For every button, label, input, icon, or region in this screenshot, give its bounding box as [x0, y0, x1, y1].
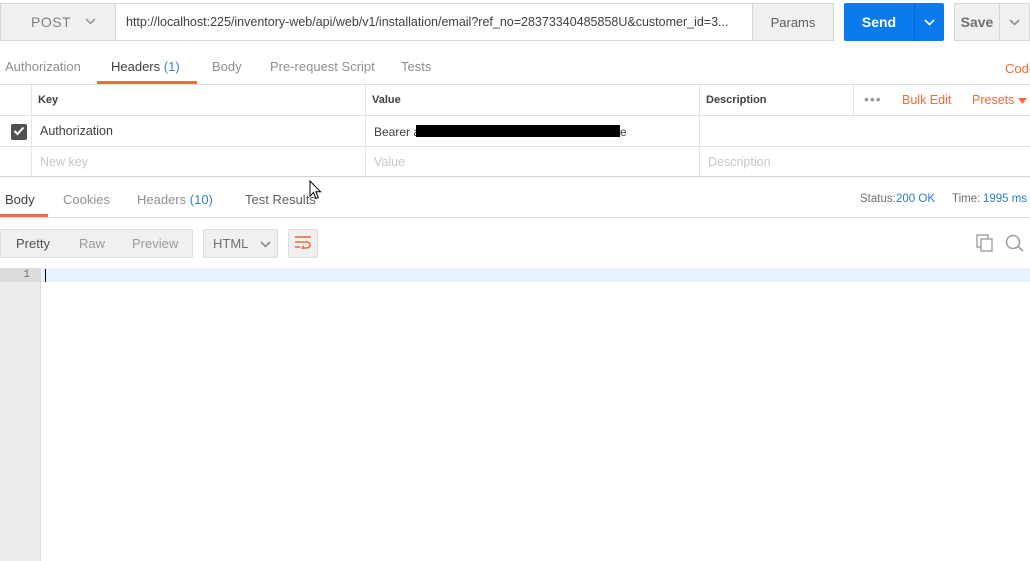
view-preview-button[interactable]: Preview — [132, 236, 178, 251]
chevron-down-icon — [260, 236, 271, 251]
wrap-lines-button[interactable] — [288, 229, 318, 258]
send-button[interactable]: Send — [844, 3, 914, 41]
chevron-down-icon — [85, 17, 96, 28]
save-dropdown-button[interactable] — [1000, 3, 1030, 41]
presets-dropdown[interactable]: Presets — [972, 93, 1027, 107]
tab-pre-request-script[interactable]: Pre-request Script — [270, 59, 375, 74]
tab-authorization[interactable]: Authorization — [5, 59, 81, 74]
divider — [0, 176, 1030, 177]
column-divider — [365, 85, 366, 176]
send-dropdown-button[interactable] — [914, 3, 944, 41]
chevron-down-icon — [924, 15, 935, 29]
tab-headers-label: Headers — [111, 59, 161, 74]
method-label: POST — [31, 14, 72, 30]
header-row-checkbox[interactable] — [11, 124, 27, 140]
editor-gutter — [0, 268, 41, 561]
header-value-prefix[interactable]: Bearer a — [374, 125, 420, 139]
view-raw-button[interactable]: Raw — [79, 236, 105, 251]
divider — [0, 84, 1030, 85]
response-tab-headers-count: (10) — [189, 192, 213, 207]
view-pretty-button[interactable]: Pretty — [16, 236, 50, 251]
header-key-cell[interactable]: Authorization — [40, 124, 113, 138]
tab-tests[interactable]: Tests — [401, 59, 431, 74]
response-tab-test-results[interactable]: Test Results — [245, 192, 316, 207]
column-divider — [853, 85, 854, 115]
divider — [0, 115, 1030, 116]
format-select[interactable]: HTML — [203, 229, 278, 258]
header-value-suffix[interactable]: e — [620, 125, 627, 139]
time-label: Time: — [952, 193, 981, 205]
response-tab-body[interactable]: Body — [5, 192, 35, 207]
tab-headers-count: (1) — [163, 59, 180, 74]
active-line-highlight[interactable] — [41, 268, 1030, 282]
tab-headers[interactable]: Headers (1) — [111, 59, 180, 74]
new-description-input[interactable]: Description — [708, 155, 771, 169]
column-header-value: Value — [372, 94, 401, 106]
search-icon[interactable] — [1005, 234, 1025, 255]
presets-label: Presets — [972, 93, 1015, 107]
status-label: Status: — [860, 193, 896, 205]
chevron-down-icon — [1009, 15, 1020, 29]
column-header-key: Key — [38, 94, 59, 106]
column-header-description: Description — [706, 94, 767, 106]
url-text: http://localhost:225/inventory-web/api/w… — [126, 15, 729, 29]
mouse-cursor-icon — [309, 179, 322, 203]
response-tab-headers-label: Headers — [137, 192, 187, 207]
response-tab-cookies[interactable]: Cookies — [63, 192, 110, 207]
column-divider — [699, 85, 700, 176]
url-input[interactable]: http://localhost:225/inventory-web/api/w… — [116, 3, 753, 41]
save-button[interactable]: Save — [954, 3, 1000, 41]
code-link[interactable]: Code — [1005, 61, 1030, 76]
status-value[interactable]: 200 OK — [896, 193, 935, 205]
params-button[interactable]: Params — [752, 3, 834, 41]
more-options-icon[interactable]: ••• — [864, 91, 882, 107]
copy-icon[interactable] — [976, 234, 994, 255]
checkmark-icon — [13, 125, 25, 139]
tab-body[interactable]: Body — [212, 59, 242, 74]
format-label: HTML — [213, 236, 249, 251]
method-select[interactable]: POST — [0, 3, 116, 41]
bulk-edit-link[interactable]: Bulk Edit — [902, 93, 951, 107]
caret-down-icon — [1017, 93, 1027, 107]
wrap-lines-icon — [294, 235, 312, 252]
divider — [0, 217, 1030, 218]
time-value[interactable]: 1995 ms — [983, 193, 1027, 205]
line-number: 1 — [23, 269, 30, 281]
redaction-bar — [416, 125, 620, 137]
text-cursor — [45, 269, 46, 282]
response-tab-headers[interactable]: Headers (10) — [137, 192, 213, 207]
column-divider — [31, 85, 32, 176]
new-key-input[interactable]: New key — [40, 155, 88, 169]
new-value-input[interactable]: Value — [374, 155, 405, 169]
divider — [0, 146, 1030, 147]
